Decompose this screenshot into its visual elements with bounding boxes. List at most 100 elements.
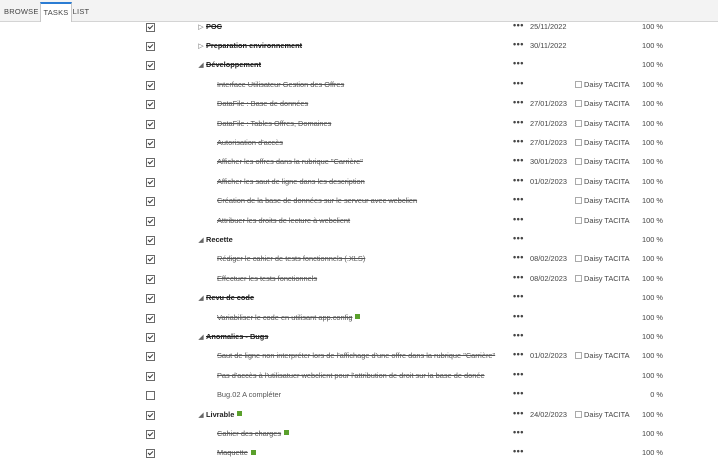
more-options-button[interactable]: •••: [513, 155, 524, 165]
task-title[interactable]: Afficher les saut de ligne dans les desc…: [217, 177, 365, 186]
expand-triangle-icon[interactable]: ▷: [197, 23, 205, 31]
task-complete-checkbox[interactable]: [146, 274, 155, 284]
task-row[interactable]: ◢ Développement ••• 100 %: [0, 57, 718, 76]
assignee-checkbox[interactable]: [575, 119, 582, 127]
task-complete-checkbox[interactable]: [146, 371, 155, 381]
task-row[interactable]: ▷ POC ••• 25/11/2022 100 %: [0, 19, 718, 38]
more-options-button[interactable]: •••: [513, 311, 524, 321]
more-options-button[interactable]: •••: [513, 97, 524, 107]
task-row[interactable]: Pas d'accès à l'utilisatuer webclient po…: [0, 368, 718, 387]
collapse-triangle-icon[interactable]: ◢: [197, 236, 205, 244]
assignee-checkbox[interactable]: [575, 216, 582, 224]
task-row[interactable]: Variabiliser le code en utilisant app.co…: [0, 310, 718, 329]
more-options-button[interactable]: •••: [513, 233, 524, 243]
task-complete-checkbox[interactable]: [146, 22, 155, 32]
collapse-triangle-icon[interactable]: ◢: [197, 61, 205, 69]
task-title[interactable]: Création de la base de données sur le se…: [217, 196, 417, 205]
task-complete-checkbox[interactable]: [146, 410, 155, 420]
task-title[interactable]: Livrable: [206, 410, 243, 419]
task-row[interactable]: Bug.02 A compléter ••• 0 %: [0, 387, 718, 406]
more-options-button[interactable]: •••: [513, 20, 524, 30]
task-row[interactable]: ◢ Livrable ••• 24/02/2023 Daisy TACITA 100 %: [0, 407, 718, 426]
more-options-button[interactable]: •••: [513, 388, 524, 398]
more-options-button[interactable]: •••: [513, 408, 524, 418]
more-options-button[interactable]: •••: [513, 446, 524, 456]
task-complete-checkbox[interactable]: [146, 119, 155, 129]
tab-list[interactable]: LIST: [71, 3, 91, 20]
task-title[interactable]: DataFile : Base de données: [217, 99, 308, 108]
more-options-button[interactable]: •••: [513, 175, 524, 185]
note-icon[interactable]: [284, 430, 290, 436]
more-options-button[interactable]: •••: [513, 136, 524, 146]
more-options-button[interactable]: •••: [513, 117, 524, 127]
task-complete-checkbox[interactable]: [146, 429, 155, 439]
task-complete-checkbox[interactable]: [146, 332, 155, 342]
more-options-button[interactable]: •••: [513, 214, 524, 224]
task-title[interactable]: Interface Utilisateur Gestion des Offres: [217, 80, 344, 89]
assignee-checkbox[interactable]: [575, 100, 582, 108]
more-options-button[interactable]: •••: [513, 349, 524, 359]
collapse-triangle-icon[interactable]: ◢: [197, 411, 205, 419]
task-row[interactable]: ◢ Anomalies - Bugs ••• 100 %: [0, 329, 718, 348]
assignee-checkbox[interactable]: [575, 352, 582, 360]
task-title[interactable]: Autorisation d'accès: [217, 138, 283, 147]
task-row[interactable]: Interface Utilisateur Gestion des Offres…: [0, 77, 718, 96]
assignee-checkbox[interactable]: [575, 197, 582, 205]
assignee-checkbox[interactable]: [575, 255, 582, 263]
task-row[interactable]: DataFile : Tables Offres, Domaines ••• 27/…: [0, 116, 718, 135]
task-title[interactable]: Afficher les offres dans la rubrique "Ca…: [217, 157, 363, 166]
task-complete-checkbox[interactable]: [146, 391, 155, 401]
task-complete-checkbox[interactable]: [146, 177, 155, 187]
task-title[interactable]: Variabiliser le code en utilisant app.co…: [217, 313, 361, 322]
task-title[interactable]: Recette: [206, 235, 233, 244]
more-options-button[interactable]: •••: [513, 272, 524, 282]
task-title[interactable]: Pas d'accès à l'utilisatuer webclient po…: [217, 371, 485, 380]
task-title[interactable]: Saut de ligne non interpréter lors de l'…: [217, 351, 495, 360]
more-options-button[interactable]: •••: [513, 78, 524, 88]
task-row[interactable]: Effectuer les tests fonctionnels ••• 08/02…: [0, 271, 718, 290]
task-row[interactable]: Création de la base de données sur le se…: [0, 193, 718, 212]
more-options-button[interactable]: •••: [513, 427, 524, 437]
assignee-checkbox[interactable]: [575, 80, 582, 88]
expand-triangle-icon[interactable]: ▷: [197, 42, 205, 50]
collapse-triangle-icon[interactable]: ◢: [197, 294, 205, 302]
task-complete-checkbox[interactable]: [146, 294, 155, 304]
task-row[interactable]: DataFile : Base de données ••• 27/01/2023 D…: [0, 96, 718, 115]
more-options-button[interactable]: •••: [513, 39, 524, 49]
task-title[interactable]: POC: [206, 22, 222, 31]
task-title[interactable]: Cahier des charges: [217, 429, 290, 438]
task-complete-checkbox[interactable]: [146, 80, 155, 90]
task-complete-checkbox[interactable]: [146, 255, 155, 265]
note-icon[interactable]: [237, 411, 243, 417]
note-icon[interactable]: [355, 314, 361, 320]
more-options-button[interactable]: •••: [513, 369, 524, 379]
task-row[interactable]: Autorisation d'accès ••• 27/01/2023 Daisy T…: [0, 135, 718, 154]
assignee-checkbox[interactable]: [575, 138, 582, 146]
task-complete-checkbox[interactable]: [146, 100, 155, 110]
more-options-button[interactable]: •••: [513, 58, 524, 68]
task-complete-checkbox[interactable]: [146, 61, 155, 71]
task-row[interactable]: ▷ Preparation environnement ••• 30/11/2022 1…: [0, 38, 718, 57]
task-row[interactable]: Afficher les offres dans la rubrique "Ca…: [0, 154, 718, 173]
task-complete-checkbox[interactable]: [146, 158, 155, 168]
task-row[interactable]: Saut de ligne non interpréter lors de l'…: [0, 348, 718, 367]
task-title[interactable]: Bug.02 A compléter: [217, 390, 281, 399]
task-title[interactable]: Maquette: [217, 448, 256, 457]
task-title[interactable]: Attribuer les droits de lecture à webcli…: [217, 216, 350, 225]
collapse-triangle-icon[interactable]: ◢: [197, 333, 205, 341]
assignee-checkbox[interactable]: [575, 410, 582, 418]
more-options-button[interactable]: •••: [513, 291, 524, 301]
more-options-button[interactable]: •••: [513, 194, 524, 204]
task-complete-checkbox[interactable]: [146, 352, 155, 362]
task-title[interactable]: Preparation environnement: [206, 41, 302, 50]
task-row[interactable]: Rédiger le cahier de tests fonctionnels …: [0, 251, 718, 270]
task-complete-checkbox[interactable]: [146, 235, 155, 245]
task-complete-checkbox[interactable]: [146, 216, 155, 226]
task-complete-checkbox[interactable]: [146, 313, 155, 323]
task-row[interactable]: Attribuer les droits de lecture à webcli…: [0, 213, 718, 232]
more-options-button[interactable]: •••: [513, 330, 524, 340]
task-complete-checkbox[interactable]: [146, 138, 155, 148]
assignee-checkbox[interactable]: [575, 158, 582, 166]
task-title[interactable]: Effectuer les tests fonctionnels: [217, 274, 317, 283]
task-complete-checkbox[interactable]: [146, 197, 155, 207]
